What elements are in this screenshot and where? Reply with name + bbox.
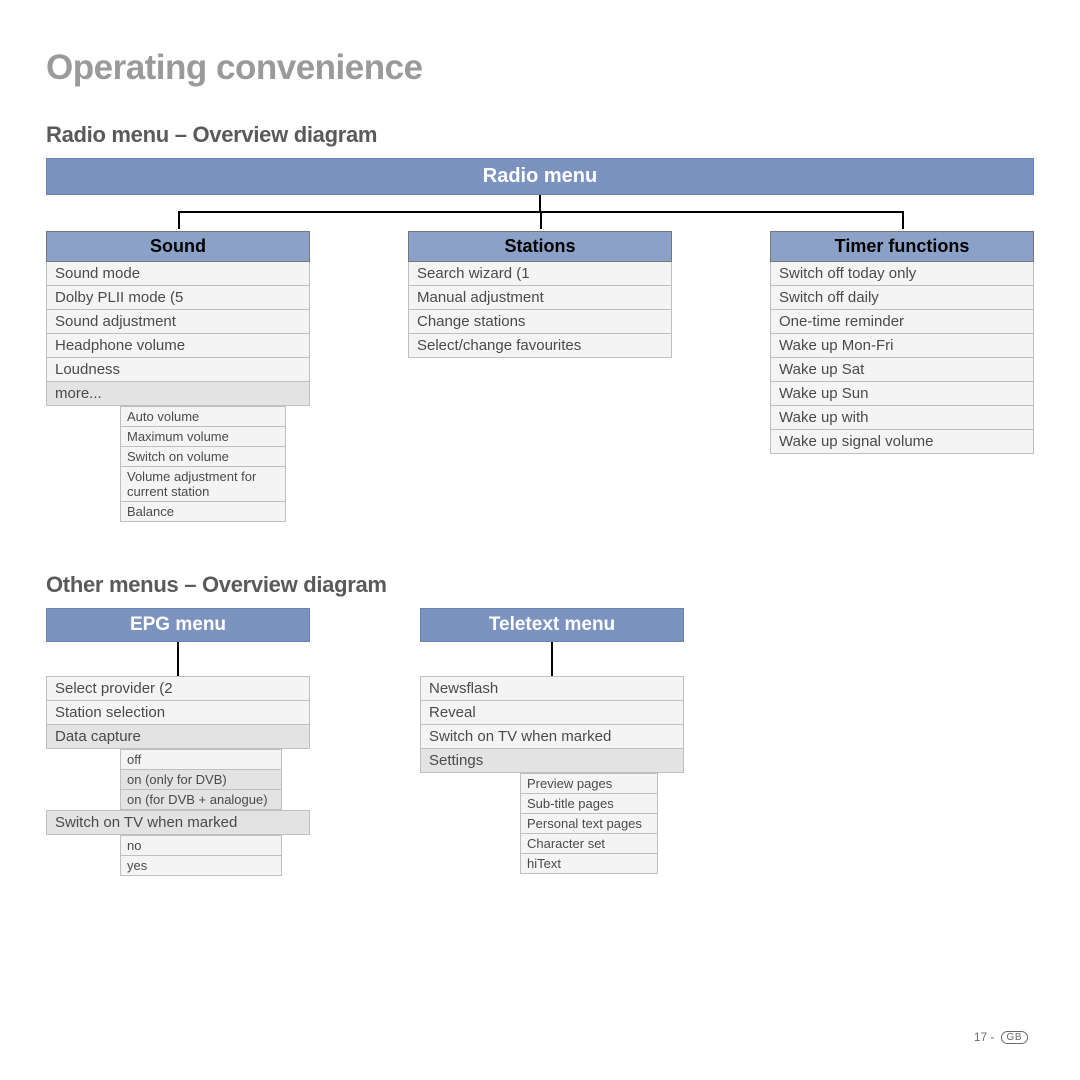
list-item-expand: Switch on TV when marked: [46, 810, 310, 835]
sound-column: Sound Sound mode Dolby PLII mode (5 Soun…: [46, 231, 310, 522]
list-item: Headphone volume: [46, 334, 310, 358]
list-item: Select/change favourites: [408, 334, 672, 358]
list-item: Reveal: [420, 701, 684, 725]
page-footer: 17 - GB: [974, 1030, 1028, 1044]
sub-item: Sub-title pages: [520, 794, 658, 814]
sub-item: off: [120, 749, 282, 770]
list-item-more: more...: [46, 382, 310, 406]
epg-header: EPG menu: [46, 608, 310, 642]
sub-item: Balance: [120, 502, 286, 522]
connector: [551, 642, 553, 676]
epg-menu: EPG menu Select provider (2 Station sele…: [46, 608, 310, 876]
list-item: Select provider (2: [46, 676, 310, 701]
list-item-expand: Data capture: [46, 725, 310, 749]
sub-item: on (only for DVB): [120, 770, 282, 790]
timer-header: Timer functions: [770, 231, 1034, 262]
stations-column: Stations Search wizard (1 Manual adjustm…: [408, 231, 672, 522]
list-item: Wake up Sat: [770, 358, 1034, 382]
epg-sub2: no yes: [120, 835, 282, 876]
tele-sub: Preview pages Sub-title pages Personal t…: [520, 773, 658, 874]
page-number: 17 -: [974, 1030, 995, 1044]
timer-column: Timer functions Switch off today only Sw…: [770, 231, 1034, 522]
list-item: Loudness: [46, 358, 310, 382]
list-item: One-time reminder: [770, 310, 1034, 334]
sound-header: Sound: [46, 231, 310, 262]
list-item: Switch off daily: [770, 286, 1034, 310]
stations-header: Stations: [408, 231, 672, 262]
sub-item: Auto volume: [120, 406, 286, 427]
list-item: Wake up with: [770, 406, 1034, 430]
sub-item: no: [120, 835, 282, 856]
list-item: Wake up signal volume: [770, 430, 1034, 454]
list-item: Station selection: [46, 701, 310, 725]
epg-sub1: off on (only for DVB) on (for DVB + anal…: [120, 749, 282, 810]
list-item: Sound mode: [46, 262, 310, 286]
page-title: Operating convenience: [46, 48, 1034, 88]
sub-item: Maximum volume: [120, 427, 286, 447]
radio-menu-connector: [46, 195, 1034, 231]
list-item: Switch on TV when marked: [420, 725, 684, 749]
sub-item: yes: [120, 856, 282, 876]
sub-item: on (for DVB + analogue): [120, 790, 282, 810]
list-item: Wake up Sun: [770, 382, 1034, 406]
sub-item: Switch on volume: [120, 447, 286, 467]
sub-item: Personal text pages: [520, 814, 658, 834]
list-item: Dolby PLII mode (5: [46, 286, 310, 310]
section2-title: Other menus – Overview diagram: [46, 572, 1034, 598]
section1-title: Radio menu – Overview diagram: [46, 122, 1034, 148]
sub-item: Preview pages: [520, 773, 658, 794]
list-item: Search wizard (1: [408, 262, 672, 286]
sub-item: hiText: [520, 854, 658, 874]
list-item: Change stations: [408, 310, 672, 334]
list-item-expand: Settings: [420, 749, 684, 773]
list-item: Sound adjustment: [46, 310, 310, 334]
radio-menu-header: Radio menu: [46, 158, 1034, 195]
connector: [177, 642, 179, 676]
sound-sub: Auto volume Maximum volume Switch on vol…: [120, 406, 286, 522]
sub-item: Character set: [520, 834, 658, 854]
language-badge: GB: [1001, 1031, 1028, 1044]
sub-item: Volume adjustment for current station: [120, 467, 286, 502]
list-item: Newsflash: [420, 676, 684, 701]
teletext-menu: Teletext menu Newsflash Reveal Switch on…: [420, 608, 684, 876]
list-item: Switch off today only: [770, 262, 1034, 286]
list-item: Wake up Mon-Fri: [770, 334, 1034, 358]
list-item: Manual adjustment: [408, 286, 672, 310]
teletext-header: Teletext menu: [420, 608, 684, 642]
